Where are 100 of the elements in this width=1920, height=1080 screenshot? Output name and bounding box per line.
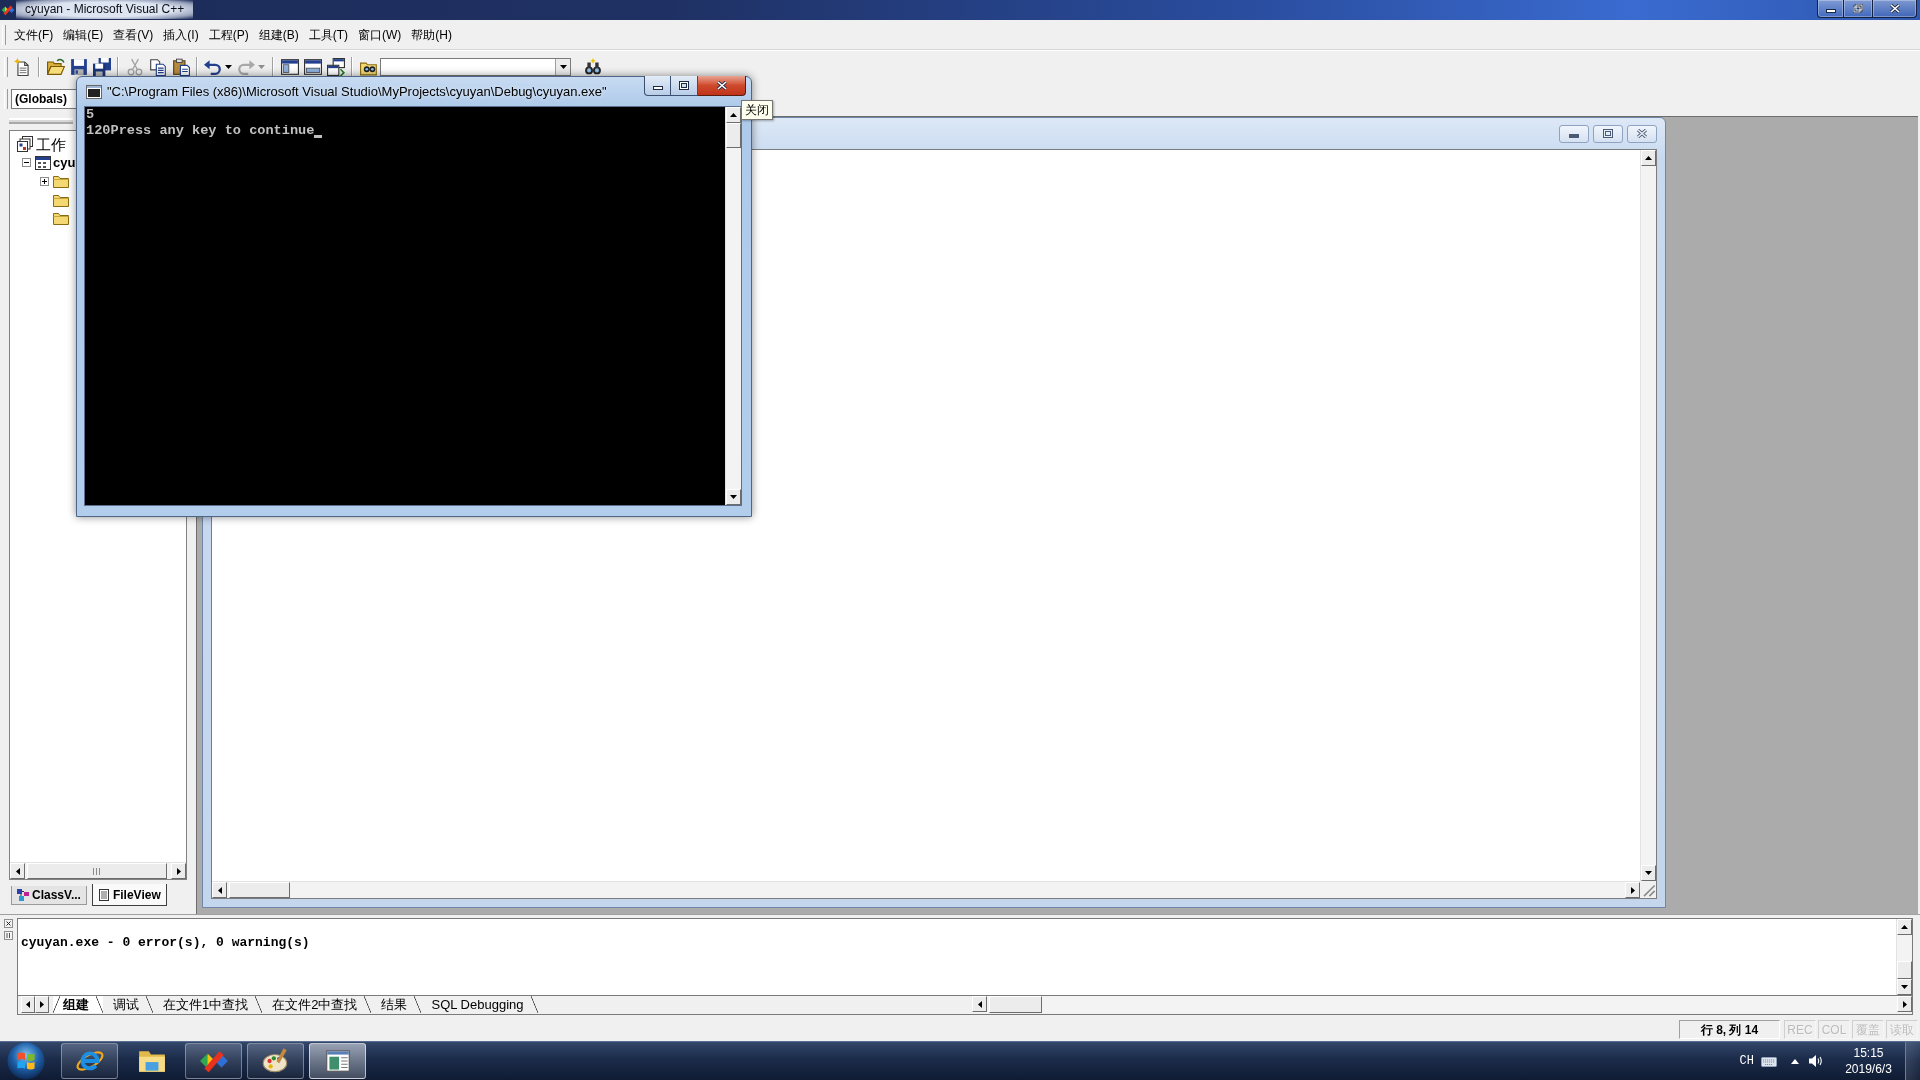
- vertical-scrollbar[interactable]: [725, 107, 741, 505]
- toolbar-grip[interactable]: [4, 88, 8, 109]
- undo-arrow-icon[interactable]: [204, 58, 222, 76]
- triangle-down-icon: [730, 495, 737, 499]
- menu-item[interactable]: 插入(I): [158, 24, 204, 45]
- console-window-icon: [86, 85, 102, 99]
- copy-icon[interactable]: [148, 58, 167, 76]
- clipboard-icon[interactable]: [171, 58, 190, 76]
- menu-item[interactable]: 文件(F): [9, 24, 59, 45]
- output-tab[interactable]: 在文件1中查找: [153, 996, 263, 1013]
- triangle-left-icon: [26, 1001, 30, 1008]
- caret-down-icon[interactable]: [225, 65, 232, 69]
- horizontal-scrollbar[interactable]: [212, 881, 1640, 898]
- scroll-down-button[interactable]: [1897, 979, 1912, 995]
- triangle-left-icon: [217, 886, 222, 894]
- tab-scroll-left-button[interactable]: [21, 996, 35, 1013]
- new-file-icon[interactable]: [13, 58, 32, 76]
- minimize-button[interactable]: [1559, 124, 1589, 143]
- taskbar-button[interactable]: [61, 1043, 118, 1079]
- menu-item[interactable]: 工具(T): [303, 24, 353, 45]
- input-language[interactable]: CH: [1739, 1054, 1754, 1068]
- binoculars-icon[interactable]: [583, 58, 602, 76]
- plus-box-icon[interactable]: [39, 176, 49, 186]
- restore-button[interactable]: [1844, 0, 1873, 18]
- close-button[interactable]: [698, 76, 746, 96]
- colored-squares-icon: [17, 889, 29, 901]
- scroll-thumb[interactable]: [229, 882, 290, 898]
- panel-grip[interactable]: [9, 118, 73, 124]
- scroll-left-button[interactable]: [10, 863, 25, 879]
- scroll-up-button[interactable]: [1641, 150, 1656, 166]
- scroll-right-button[interactable]: [1897, 996, 1912, 1012]
- close-button[interactable]: [1873, 0, 1917, 18]
- scroll-left-button[interactable]: [212, 882, 227, 898]
- clock-date[interactable]: 2019/6/3: [1845, 1061, 1892, 1077]
- output-tab[interactable]: 组建: [53, 996, 103, 1013]
- menu-item[interactable]: 工程(P): [203, 24, 254, 45]
- output-tab[interactable]: SQL Debugging: [421, 996, 538, 1013]
- horizontal-scrollbar[interactable]: [972, 996, 1912, 1013]
- tree-item[interactable]: 工作: [36, 135, 66, 153]
- toolbar-grip[interactable]: [4, 57, 8, 77]
- panel-tab[interactable]: FileView: [91, 884, 167, 906]
- open-folder-icon[interactable]: [46, 58, 65, 76]
- keyboard-icon[interactable]: [1761, 1055, 1777, 1067]
- triangle-left-icon: [977, 1000, 982, 1008]
- speaker-icon[interactable]: [1809, 1054, 1824, 1068]
- horizontal-scrollbar[interactable]: [10, 862, 186, 879]
- minimize-icon: [652, 86, 663, 90]
- show-desktop-button[interactable]: [1905, 1042, 1920, 1080]
- scroll-thumb[interactable]: [1897, 961, 1912, 979]
- taskbar-button[interactable]: [247, 1043, 304, 1079]
- grid-window-icon: [35, 154, 51, 171]
- scope-combo[interactable]: (Globals): [11, 88, 76, 109]
- vertical-scrollbar[interactable]: [1896, 919, 1912, 995]
- vertical-scrollbar[interactable]: [1640, 150, 1656, 881]
- scroll-thumb[interactable]: [989, 996, 1042, 1013]
- minus-box-icon[interactable]: [21, 158, 31, 168]
- size-grip-icon[interactable]: [1640, 881, 1656, 898]
- maximize-icon: [679, 81, 689, 90]
- tab-scroll-right-button[interactable]: [35, 996, 49, 1013]
- minimize-button[interactable]: [1817, 0, 1844, 18]
- scroll-thumb[interactable]: [27, 863, 167, 879]
- scroll-right-button[interactable]: [1625, 882, 1640, 898]
- menu-item[interactable]: 窗口(W): [353, 24, 407, 45]
- floppy-disks-icon[interactable]: [92, 58, 111, 76]
- grip-bars-icon[interactable]: [4, 931, 13, 940]
- menu-item[interactable]: 帮助(H): [406, 24, 457, 45]
- window-sidebar-icon[interactable]: [280, 58, 299, 76]
- start-orb-icon[interactable]: [7, 1042, 45, 1080]
- scroll-down-button[interactable]: [1641, 865, 1656, 881]
- close-icon[interactable]: [4, 919, 13, 928]
- maximize-button[interactable]: [671, 76, 698, 96]
- scroll-up-button[interactable]: [726, 107, 741, 123]
- scroll-up-button[interactable]: [1897, 919, 1912, 935]
- caret-up-icon[interactable]: [1791, 1058, 1799, 1064]
- stacked-windows-icon[interactable]: [326, 58, 345, 76]
- panel-tab[interactable]: ClassV...: [11, 886, 87, 905]
- maximize-button[interactable]: [1593, 124, 1623, 143]
- find-combo[interactable]: [380, 58, 571, 76]
- scroll-right-button[interactable]: [171, 863, 186, 879]
- scroll-thumb[interactable]: [726, 123, 741, 148]
- tree-item[interactable]: cyu: [53, 154, 76, 172]
- output-tab[interactable]: 结果: [371, 996, 422, 1013]
- triangle-up-icon: [1901, 925, 1908, 929]
- console-line: 5: [86, 107, 95, 123]
- menu-item[interactable]: 查看(V): [108, 24, 159, 45]
- triangle-right-icon: [1630, 886, 1635, 894]
- folder-icon: [53, 210, 69, 227]
- window-bottom-panel-icon[interactable]: [303, 58, 322, 76]
- output-tab[interactable]: 调试: [103, 996, 153, 1013]
- menu-item[interactable]: 编辑(E): [58, 24, 109, 45]
- dropdown-button[interactable]: [555, 59, 570, 75]
- minimize-button[interactable]: [644, 76, 671, 96]
- menu-item[interactable]: 组建(B): [253, 24, 304, 45]
- window-title: cyuyan - Microsoft Visual C++: [16, 0, 194, 19]
- scroll-left-button[interactable]: [972, 996, 987, 1012]
- output-tab[interactable]: 在文件2中查找: [262, 996, 372, 1013]
- scroll-down-button[interactable]: [726, 489, 741, 505]
- toolbar-grip[interactable]: [2, 24, 6, 45]
- clock-time[interactable]: 15:15: [1853, 1045, 1884, 1061]
- taskbar-button[interactable]: [309, 1043, 366, 1079]
